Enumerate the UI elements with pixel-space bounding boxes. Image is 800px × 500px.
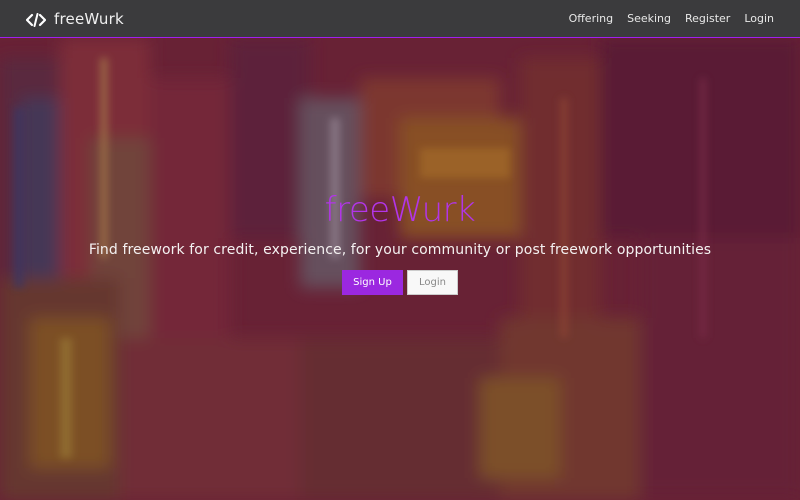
nav-link-seeking[interactable]: Seeking xyxy=(627,12,671,25)
nav-link-login[interactable]: Login xyxy=(744,12,774,25)
nav-links: Offering Seeking Register Login xyxy=(569,12,774,25)
hero-title: freeWurk xyxy=(324,190,476,230)
top-navbar: freeWurk Offering Seeking Register Login xyxy=(0,0,800,38)
nav-link-offering[interactable]: Offering xyxy=(569,12,614,25)
code-icon xyxy=(25,12,47,27)
brand-name: freeWurk xyxy=(54,9,124,28)
login-button[interactable]: Login xyxy=(407,270,458,295)
signup-button[interactable]: Sign Up xyxy=(342,270,403,295)
nav-link-register[interactable]: Register xyxy=(685,12,730,25)
hero-section: freeWurk Find freework for credit, exper… xyxy=(0,190,800,295)
hero-buttons: Sign Up Login xyxy=(342,270,458,295)
brand-link[interactable]: freeWurk xyxy=(25,9,124,28)
hero-tagline: Find freework for credit, experience, fo… xyxy=(88,242,712,258)
